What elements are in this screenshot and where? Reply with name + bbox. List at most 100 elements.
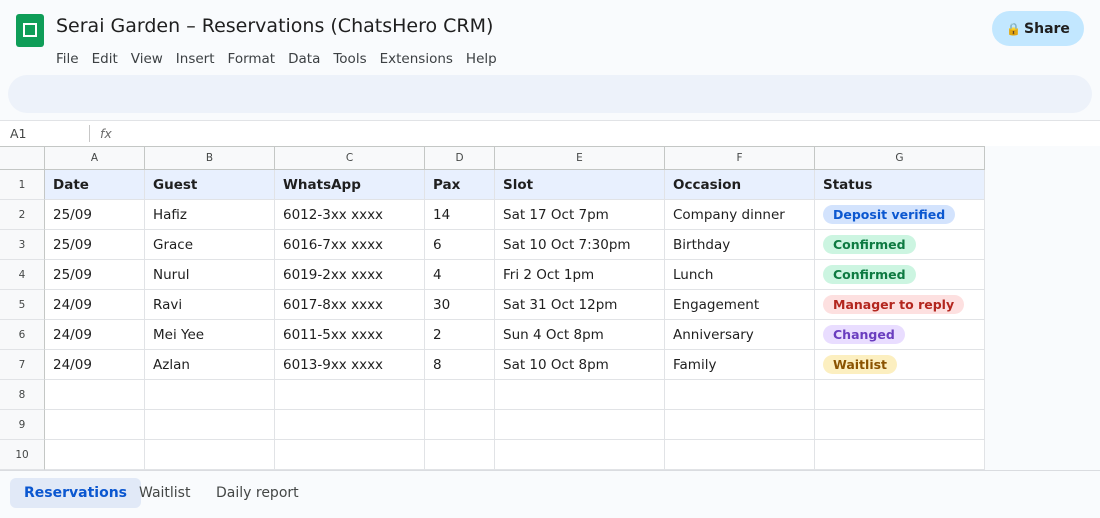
column-header-e[interactable]: E — [495, 147, 665, 170]
header-cell-pax[interactable]: Pax — [425, 170, 495, 200]
tab-reservations[interactable]: Reservations — [10, 478, 141, 508]
row-header-10[interactable]: 10 — [0, 440, 45, 470]
cell-c10[interactable] — [275, 440, 425, 470]
cell-c7[interactable]: 6013-9xx xxxx — [275, 350, 425, 380]
cell-e2[interactable]: Sat 17 Oct 7pm — [495, 200, 665, 230]
cell-e10[interactable] — [495, 440, 665, 470]
cell-a9[interactable] — [45, 410, 145, 440]
row-header-2[interactable]: 2 — [0, 200, 45, 230]
cell-c6[interactable]: 6011-5xx xxxx — [275, 320, 425, 350]
cell-g8[interactable] — [815, 380, 985, 410]
cell-a10[interactable] — [45, 440, 145, 470]
name-box[interactable]: A1 — [10, 126, 90, 141]
cell-c4[interactable]: 6019-2xx xxxx — [275, 260, 425, 290]
cell-b4[interactable]: Nurul — [145, 260, 275, 290]
document-title[interactable]: Serai Garden – Reservations (ChatsHero C… — [56, 15, 493, 37]
row-header-4[interactable]: 4 — [0, 260, 45, 290]
cell-g6[interactable]: Changed — [815, 320, 985, 350]
header-cell-status[interactable]: Status — [815, 170, 985, 200]
row-header-7[interactable]: 7 — [0, 350, 45, 380]
column-header-a[interactable]: A — [45, 147, 145, 170]
cell-b8[interactable] — [145, 380, 275, 410]
header-cell-whatsapp[interactable]: WhatsApp — [275, 170, 425, 200]
cell-a8[interactable] — [45, 380, 145, 410]
cell-f4[interactable]: Lunch — [665, 260, 815, 290]
cell-c8[interactable] — [275, 380, 425, 410]
cell-f8[interactable] — [665, 380, 815, 410]
cell-g10[interactable] — [815, 440, 985, 470]
cell-e8[interactable] — [495, 380, 665, 410]
cell-b9[interactable] — [145, 410, 275, 440]
cell-b10[interactable] — [145, 440, 275, 470]
cell-e4[interactable]: Fri 2 Oct 1pm — [495, 260, 665, 290]
row-header-6[interactable]: 6 — [0, 320, 45, 350]
cell-d6[interactable]: 2 — [425, 320, 495, 350]
cell-g4[interactable]: Confirmed — [815, 260, 985, 290]
cell-g9[interactable] — [815, 410, 985, 440]
cell-g2[interactable]: Deposit verified — [815, 200, 985, 230]
cell-a5[interactable]: 24/09 — [45, 290, 145, 320]
cell-e3[interactable]: Sat 10 Oct 7:30pm — [495, 230, 665, 260]
cell-f9[interactable] — [665, 410, 815, 440]
column-header-d[interactable]: D — [425, 147, 495, 170]
menu-item-format[interactable]: Format — [228, 51, 276, 67]
share-button[interactable]: 🔒 Share — [992, 11, 1084, 46]
cell-d3[interactable]: 6 — [425, 230, 495, 260]
cell-f5[interactable]: Engagement — [665, 290, 815, 320]
cell-b5[interactable]: Ravi — [145, 290, 275, 320]
menu-item-help[interactable]: Help — [466, 51, 497, 67]
row-header-1[interactable]: 1 — [0, 170, 45, 200]
header-cell-slot[interactable]: Slot — [495, 170, 665, 200]
menu-item-extensions[interactable]: Extensions — [380, 51, 453, 67]
column-header-g[interactable]: G — [815, 147, 985, 170]
cell-d9[interactable] — [425, 410, 495, 440]
cell-a7[interactable]: 24/09 — [45, 350, 145, 380]
row-header-5[interactable]: 5 — [0, 290, 45, 320]
cell-d10[interactable] — [425, 440, 495, 470]
tab-daily-report[interactable]: Daily report — [202, 478, 313, 508]
cell-b2[interactable]: Hafiz — [145, 200, 275, 230]
header-cell-occasion[interactable]: Occasion — [665, 170, 815, 200]
cell-f6[interactable]: Anniversary — [665, 320, 815, 350]
cell-c2[interactable]: 6012-3xx xxxx — [275, 200, 425, 230]
menu-item-file[interactable]: File — [56, 51, 79, 67]
menu-item-view[interactable]: View — [131, 51, 163, 67]
menu-item-insert[interactable]: Insert — [176, 51, 215, 67]
cell-a6[interactable]: 24/09 — [45, 320, 145, 350]
cell-g3[interactable]: Confirmed — [815, 230, 985, 260]
tab-waitlist[interactable]: Waitlist — [125, 478, 204, 508]
menu-item-edit[interactable]: Edit — [92, 51, 118, 67]
sheets-logo-icon[interactable] — [16, 14, 44, 47]
cell-a3[interactable]: 25/09 — [45, 230, 145, 260]
cell-e9[interactable] — [495, 410, 665, 440]
cell-e7[interactable]: Sat 10 Oct 8pm — [495, 350, 665, 380]
row-header-3[interactable]: 3 — [0, 230, 45, 260]
header-cell-date[interactable]: Date — [45, 170, 145, 200]
cell-d7[interactable]: 8 — [425, 350, 495, 380]
menu-item-data[interactable]: Data — [288, 51, 320, 67]
cell-g7[interactable]: Waitlist — [815, 350, 985, 380]
cell-d5[interactable]: 30 — [425, 290, 495, 320]
cell-f3[interactable]: Birthday — [665, 230, 815, 260]
row-header-9[interactable]: 9 — [0, 410, 45, 440]
cell-d4[interactable]: 4 — [425, 260, 495, 290]
cell-e5[interactable]: Sat 31 Oct 12pm — [495, 290, 665, 320]
cell-b3[interactable]: Grace — [145, 230, 275, 260]
column-header-b[interactable]: B — [145, 147, 275, 170]
column-header-f[interactable]: F — [665, 147, 815, 170]
cell-f2[interactable]: Company dinner — [665, 200, 815, 230]
cell-c5[interactable]: 6017-8xx xxxx — [275, 290, 425, 320]
column-header-c[interactable]: C — [275, 147, 425, 170]
cell-g5[interactable]: Manager to reply — [815, 290, 985, 320]
cell-c9[interactable] — [275, 410, 425, 440]
cell-c3[interactable]: 6016-7xx xxxx — [275, 230, 425, 260]
cell-f7[interactable]: Family — [665, 350, 815, 380]
cell-b7[interactable]: Azlan — [145, 350, 275, 380]
cell-a4[interactable]: 25/09 — [45, 260, 145, 290]
cell-a2[interactable]: 25/09 — [45, 200, 145, 230]
header-cell-guest[interactable]: Guest — [145, 170, 275, 200]
cell-f10[interactable] — [665, 440, 815, 470]
cell-b6[interactable]: Mei Yee — [145, 320, 275, 350]
select-all-corner[interactable] — [0, 147, 45, 170]
cell-e6[interactable]: Sun 4 Oct 8pm — [495, 320, 665, 350]
